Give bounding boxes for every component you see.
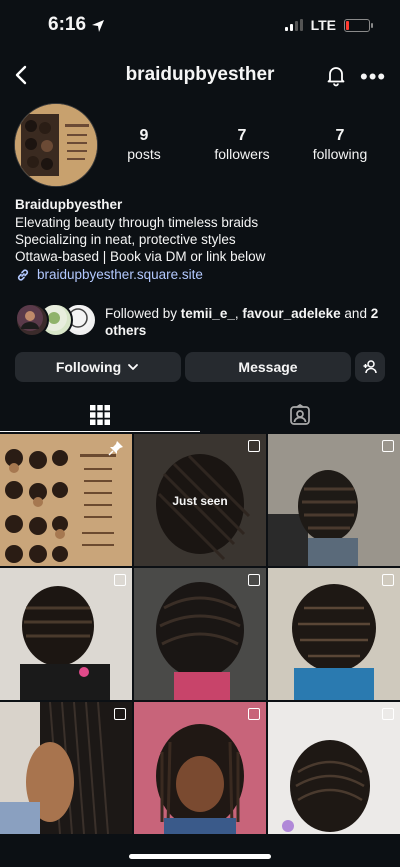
bio-line: Specializing in neat, protective styles — [15, 232, 236, 247]
status-indicators: LTE — [284, 17, 373, 33]
more-options-icon[interactable]: ••• — [360, 64, 386, 90]
post-thumbnail[interactable] — [268, 568, 400, 700]
bio-link-text: braidupbyesther.square.site — [37, 267, 203, 282]
followed-by[interactable]: Followed by temii_e_, favour_adeleke and… — [15, 303, 383, 339]
suggest-people-button[interactable] — [355, 352, 385, 382]
stat-followers[interactable]: 7 followers — [197, 127, 287, 162]
post-thumbnail[interactable] — [0, 702, 132, 834]
multi-photo-icon — [114, 574, 126, 586]
multi-photo-icon — [248, 574, 260, 586]
bell-icon[interactable] — [324, 63, 348, 87]
follower-avatar — [15, 303, 49, 337]
following-button[interactable]: Following — [15, 352, 181, 382]
profile-bio: Braidupbyesther Elevating beauty through… — [15, 196, 265, 283]
post-thumbnail[interactable]: Just seen — [134, 434, 266, 566]
pin-icon — [108, 441, 123, 456]
location-arrow-icon — [92, 20, 104, 32]
multi-photo-icon — [382, 574, 394, 586]
chevron-down-icon — [128, 364, 139, 370]
tagged-tab-icon[interactable] — [289, 404, 311, 426]
home-indicator — [129, 854, 271, 859]
battery-icon — [344, 18, 373, 32]
signal-icon — [284, 19, 303, 31]
network-label: LTE — [310, 17, 336, 33]
bio-line: Elevating beauty through timeless braids — [15, 215, 259, 230]
multi-photo-icon — [382, 440, 394, 452]
link-icon — [17, 268, 29, 281]
multi-photo-icon — [114, 708, 126, 720]
stat-posts[interactable]: 9 posts — [99, 127, 189, 162]
bio-line: Ottawa-based | Book via DM or link below — [15, 249, 266, 264]
post-thumbnail[interactable] — [134, 568, 266, 700]
bio-link[interactable]: braidupbyesther.square.site — [15, 266, 265, 283]
profile-avatar[interactable] — [14, 103, 98, 187]
multi-photo-icon — [382, 708, 394, 720]
followed-by-text: Followed by temii_e_, favour_adeleke and… — [105, 306, 379, 338]
multi-photo-icon — [248, 708, 260, 720]
active-tab-indicator — [0, 431, 200, 432]
just-seen-label: Just seen — [172, 494, 228, 508]
status-time: 6:16 — [48, 14, 87, 35]
post-thumbnail[interactable] — [134, 702, 266, 834]
message-button[interactable]: Message — [185, 352, 351, 382]
multi-photo-icon — [248, 440, 260, 452]
add-person-icon — [363, 360, 377, 374]
stat-following[interactable]: 7 following — [295, 127, 385, 162]
post-thumbnail[interactable] — [268, 434, 400, 566]
post-thumbnail[interactable] — [0, 434, 132, 566]
post-thumbnail[interactable] — [268, 702, 400, 834]
post-thumbnail[interactable] — [0, 568, 132, 700]
grid-tab-icon[interactable] — [89, 404, 111, 426]
bio-name: Braidupbyesther — [15, 197, 123, 212]
